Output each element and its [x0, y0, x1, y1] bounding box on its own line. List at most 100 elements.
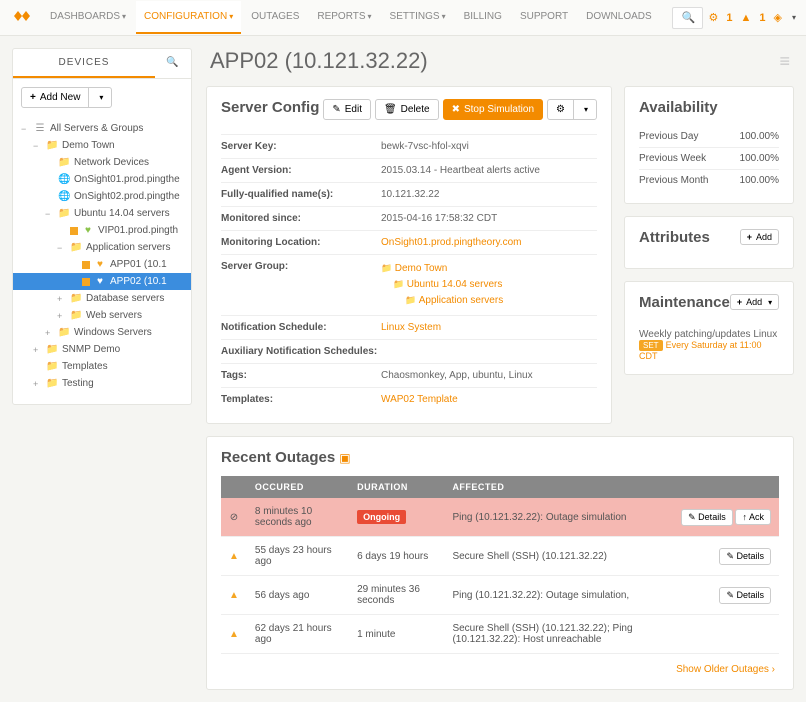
folder-icon: 📁	[70, 242, 82, 253]
tree-item[interactable]: ♥APP02 (10.1	[13, 273, 191, 290]
outage-row: ▲56 days ago29 minutes 36 secondsPing (1…	[221, 576, 779, 615]
server-config-heading: Server Config	[221, 99, 319, 116]
tree-item[interactable]: +📁Testing	[13, 375, 191, 392]
nav-billing[interactable]: BILLING	[456, 1, 510, 34]
group-link[interactable]: Demo Town	[395, 263, 448, 274]
maintenance-heading: Maintenance	[639, 294, 730, 311]
group-label: Server Group:	[221, 261, 381, 309]
nav-reports[interactable]: REPORTS▾	[309, 1, 379, 34]
folder-icon: 📁	[46, 344, 58, 355]
main-nav: DASHBOARDS▾CONFIGURATION▾OUTAGESREPORTS▾…	[42, 1, 660, 34]
tree-item[interactable]: 📁Templates	[13, 358, 191, 375]
add-new-caret[interactable]: ▾	[88, 87, 112, 108]
nav-settings[interactable]: SETTINGS▾	[382, 1, 454, 34]
tab-search[interactable]: 🔍	[155, 49, 191, 78]
tree-item[interactable]: −📁Ubuntu 14.04 servers	[13, 205, 191, 222]
status-icon	[82, 278, 90, 286]
gear-icon[interactable]: ⚙	[709, 11, 719, 24]
tree-toggle-icon[interactable]: −	[45, 209, 54, 219]
tree-toggle-icon[interactable]: +	[57, 294, 66, 304]
device-tree: −☰All Servers & Groups−📁Demo Town📁Networ…	[13, 116, 191, 396]
chevron-down-icon[interactable]: ▾	[792, 13, 796, 22]
gear-caret[interactable]: ▾	[573, 99, 597, 120]
outage-icon: ▲	[221, 615, 247, 654]
outage-occurred: 56 days ago	[247, 576, 349, 615]
folder-icon: 📁	[46, 140, 58, 151]
rss-icon[interactable]: ▣	[339, 451, 350, 465]
delete-button[interactable]: 🗑 Delete	[375, 99, 439, 120]
tags-value: Chaosmonkey, App, ubuntu, Linux	[381, 370, 597, 381]
status-icon	[70, 227, 78, 235]
tree-item[interactable]: −📁Application servers	[13, 239, 191, 256]
nav-downloads[interactable]: DOWNLOADS	[578, 1, 660, 34]
menu-icon[interactable]: ≡	[779, 51, 790, 72]
ack-button[interactable]: ↑ Ack	[735, 509, 771, 525]
details-button[interactable]: ✎ Details	[719, 587, 771, 604]
outage-duration: 6 days 19 hours	[349, 537, 444, 576]
group-link[interactable]: Ubuntu 14.04 servers	[407, 279, 503, 290]
maintenance-badge: SET	[639, 340, 663, 351]
edit-button[interactable]: ✎ Edit	[323, 99, 371, 120]
mon-loc-value[interactable]: OnSight01.prod.pingtheory.com	[381, 237, 597, 248]
stack-icon: ☰	[34, 123, 46, 134]
tree-label: Database servers	[86, 293, 164, 304]
maintenance-add-button[interactable]: + Add ▾	[730, 294, 779, 310]
add-new-button[interactable]: + Add New	[21, 87, 89, 108]
add-new-label: Add New	[40, 92, 81, 103]
tree-label: Windows Servers	[74, 327, 152, 338]
tree-toggle-icon[interactable]: −	[21, 124, 30, 134]
gear-badge: 1	[726, 12, 732, 24]
search-box[interactable]: 🔍	[672, 7, 703, 29]
show-older-link[interactable]: Show Older Outages ›	[676, 664, 775, 675]
tree-toggle-icon[interactable]: +	[45, 328, 54, 338]
tree-item[interactable]: +📁Windows Servers	[13, 324, 191, 341]
tree-item[interactable]: −☰All Servers & Groups	[13, 120, 191, 137]
outages-table: OCCURED DURATION AFFECTED ⊘8 minutes 10 …	[221, 476, 779, 654]
avail-label: Previous Week	[639, 153, 706, 164]
logo[interactable]	[10, 7, 36, 28]
stop-simulation-button[interactable]: ✖ Stop Simulation	[443, 99, 543, 120]
heart-g-icon: ♥	[82, 225, 94, 236]
edit-label: Edit	[345, 104, 362, 115]
sidebar: DEVICES 🔍 + Add New ▾ −☰All Servers & Gr…	[12, 48, 192, 405]
details-button[interactable]: ✎ Details	[719, 548, 771, 565]
nav-support[interactable]: SUPPORT	[512, 1, 576, 34]
alert-icon[interactable]: ▲	[741, 12, 752, 24]
agent-label: Agent Version:	[221, 165, 381, 176]
nav-outages[interactable]: OUTAGES	[243, 1, 307, 34]
tree-toggle-icon[interactable]: −	[33, 141, 42, 151]
tree-toggle-icon[interactable]: +	[33, 345, 42, 355]
stop-label: Stop Simulation	[464, 104, 534, 115]
tab-devices[interactable]: DEVICES	[13, 49, 155, 78]
tree-label: OnSight02.prod.pingthe	[74, 191, 180, 202]
tree-item[interactable]: ♥VIP01.prod.pingth	[13, 222, 191, 239]
show-older-label: Show Older Outages	[676, 664, 769, 675]
tree-item[interactable]: 📁Network Devices	[13, 154, 191, 171]
col-occurred: OCCURED	[247, 476, 349, 498]
tree-toggle-icon[interactable]: +	[33, 379, 42, 389]
nav-configuration[interactable]: CONFIGURATION▾	[136, 1, 241, 34]
group-link[interactable]: Application servers	[419, 295, 503, 306]
nav-dashboards[interactable]: DASHBOARDS▾	[42, 1, 134, 34]
logo-small-icon[interactable]: ◈	[774, 11, 782, 24]
search-icon[interactable]: 🔍	[682, 11, 696, 24]
availability-card: Availability Previous Day100.00%Previous…	[624, 86, 794, 204]
details-button[interactable]: ✎ Details	[681, 509, 733, 526]
tree-item[interactable]: +📁Web servers	[13, 307, 191, 324]
tree-toggle-icon[interactable]: −	[57, 243, 66, 253]
avail-label: Previous Day	[639, 131, 698, 142]
tree-item[interactable]: ♥APP01 (10.1	[13, 256, 191, 273]
tree-toggle-icon[interactable]: +	[57, 311, 66, 321]
gear-button[interactable]: ⚙	[547, 99, 574, 120]
tree-label: Testing	[62, 378, 94, 389]
tree-item[interactable]: +📁Database servers	[13, 290, 191, 307]
tree-item[interactable]: −📁Demo Town	[13, 137, 191, 154]
recent-outages-card: Recent Outages▣ OCCURED DURATION AFFECTE…	[206, 436, 794, 690]
tree-item[interactable]: 🌐OnSight01.prod.pingthe	[13, 171, 191, 188]
notif-value[interactable]: Linux System	[381, 322, 597, 333]
tree-item[interactable]: 🌐OnSight02.prod.pingthe	[13, 188, 191, 205]
outage-affected: Secure Shell (SSH) (10.121.32.22)	[444, 537, 673, 576]
tree-item[interactable]: +📁SNMP Demo	[13, 341, 191, 358]
attributes-add-button[interactable]: + Add	[740, 229, 779, 245]
tmpl-value[interactable]: WAP02 Template	[381, 394, 597, 405]
